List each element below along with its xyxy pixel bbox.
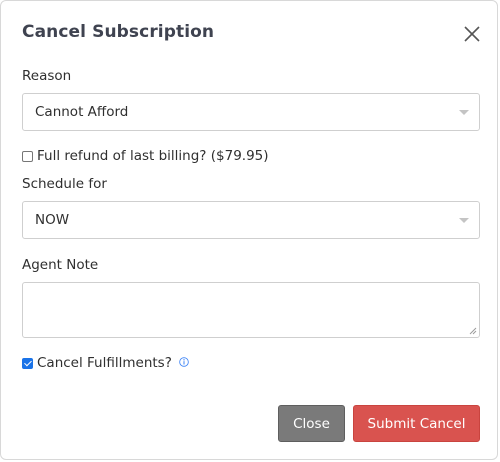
- reason-select[interactable]: Cannot Afford: [22, 93, 480, 131]
- reason-selected-value: Cannot Afford: [35, 104, 129, 120]
- chevron-down-icon: [459, 218, 469, 223]
- agent-note-label: Agent Note: [22, 257, 99, 273]
- fulfillments-checkbox[interactable]: [22, 357, 33, 369]
- fulfillments-checkbox-row[interactable]: Cancel Fulfillments?: [22, 355, 189, 371]
- refund-checkbox-label: Full refund of last billing? ($79.95): [37, 148, 269, 164]
- fulfillments-checkbox-label: Cancel Fulfillments?: [37, 355, 172, 371]
- agent-note-textarea[interactable]: [22, 282, 480, 338]
- refund-checkbox-row[interactable]: Full refund of last billing? ($79.95): [22, 148, 269, 164]
- schedule-label: Schedule for: [22, 176, 107, 192]
- info-icon[interactable]: [179, 357, 189, 367]
- close-icon[interactable]: [463, 25, 481, 43]
- refund-checkbox[interactable]: [22, 150, 33, 162]
- dialog-title: Cancel Subscription: [22, 22, 215, 42]
- cancel-subscription-dialog: Cancel Subscription Reason Cannot Afford…: [0, 0, 498, 460]
- resize-grip-icon[interactable]: [469, 327, 477, 335]
- reason-label: Reason: [22, 68, 72, 84]
- schedule-selected-value: NOW: [35, 212, 70, 228]
- submit-cancel-button[interactable]: Submit Cancel: [353, 405, 480, 442]
- schedule-select[interactable]: NOW: [22, 201, 480, 239]
- close-button[interactable]: Close: [278, 405, 345, 442]
- chevron-down-icon: [459, 110, 469, 115]
